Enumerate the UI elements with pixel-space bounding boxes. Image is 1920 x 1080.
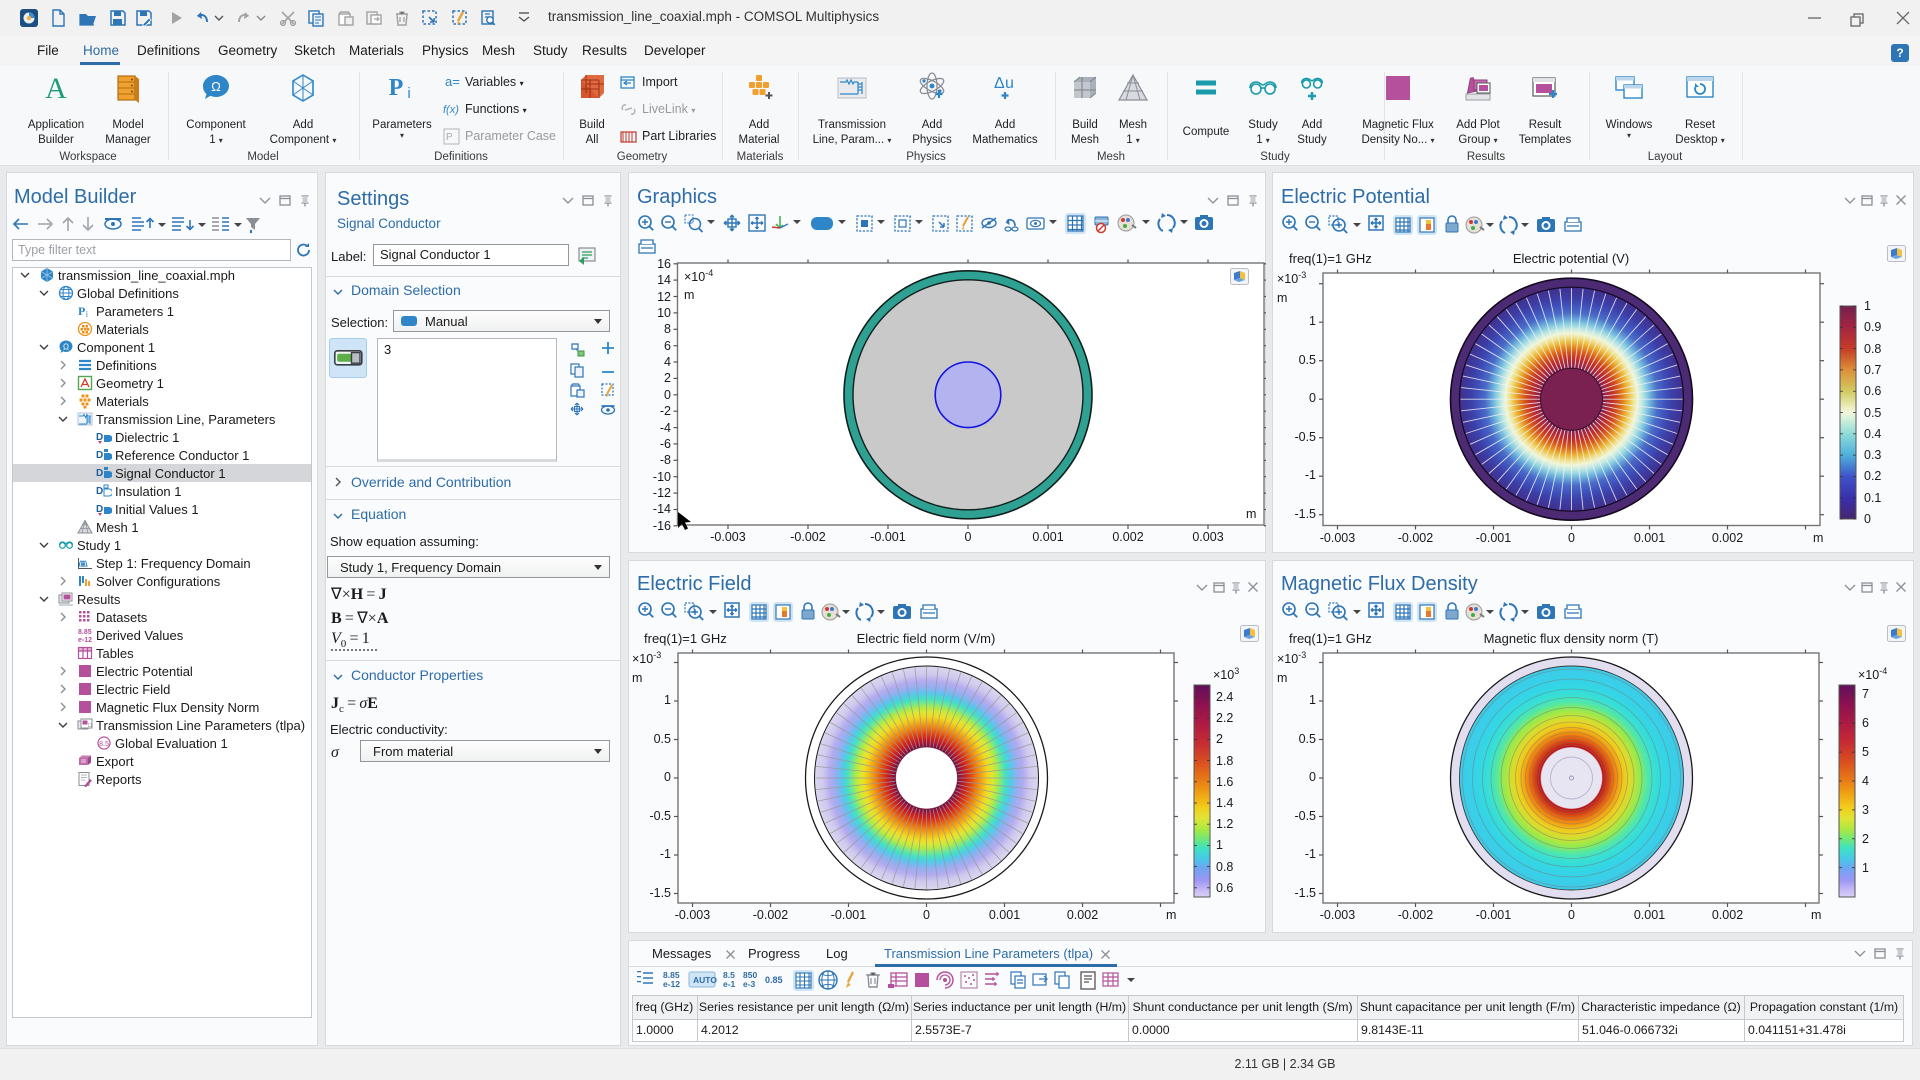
svg-text:i: i — [407, 85, 410, 102]
svg-text:P: P — [389, 75, 404, 101]
svg-text:Ω: Ω — [211, 79, 221, 94]
svg-text:Ω: Ω — [63, 343, 69, 352]
svg-text:8.5: 8.5 — [99, 741, 109, 748]
svg-text:e-12: e-12 — [663, 979, 680, 989]
svg-text:i: i — [86, 310, 88, 319]
svg-text:P: P — [446, 132, 453, 143]
svg-text:a=: a= — [445, 74, 460, 89]
svg-text:D: D — [96, 450, 103, 461]
svg-text:D: D — [96, 468, 103, 479]
svg-text:8.85: 8.85 — [78, 629, 92, 636]
svg-text:Δ: Δ — [994, 75, 1005, 92]
svg-text:u: u — [1005, 75, 1014, 92]
svg-text:□: □ — [88, 723, 92, 729]
svg-text:AUTO: AUTO — [693, 975, 717, 985]
svg-text:e-3: e-3 — [743, 979, 756, 989]
svg-text:D: D — [96, 486, 103, 497]
svg-text:0.85: 0.85 — [765, 975, 783, 985]
svg-text:e-12: e-12 — [78, 637, 92, 643]
svg-text:A: A — [45, 72, 67, 104]
svg-text:f(x): f(x) — [443, 104, 459, 116]
svg-text:e-1: e-1 — [723, 979, 736, 989]
svg-text:P: P — [78, 304, 85, 318]
